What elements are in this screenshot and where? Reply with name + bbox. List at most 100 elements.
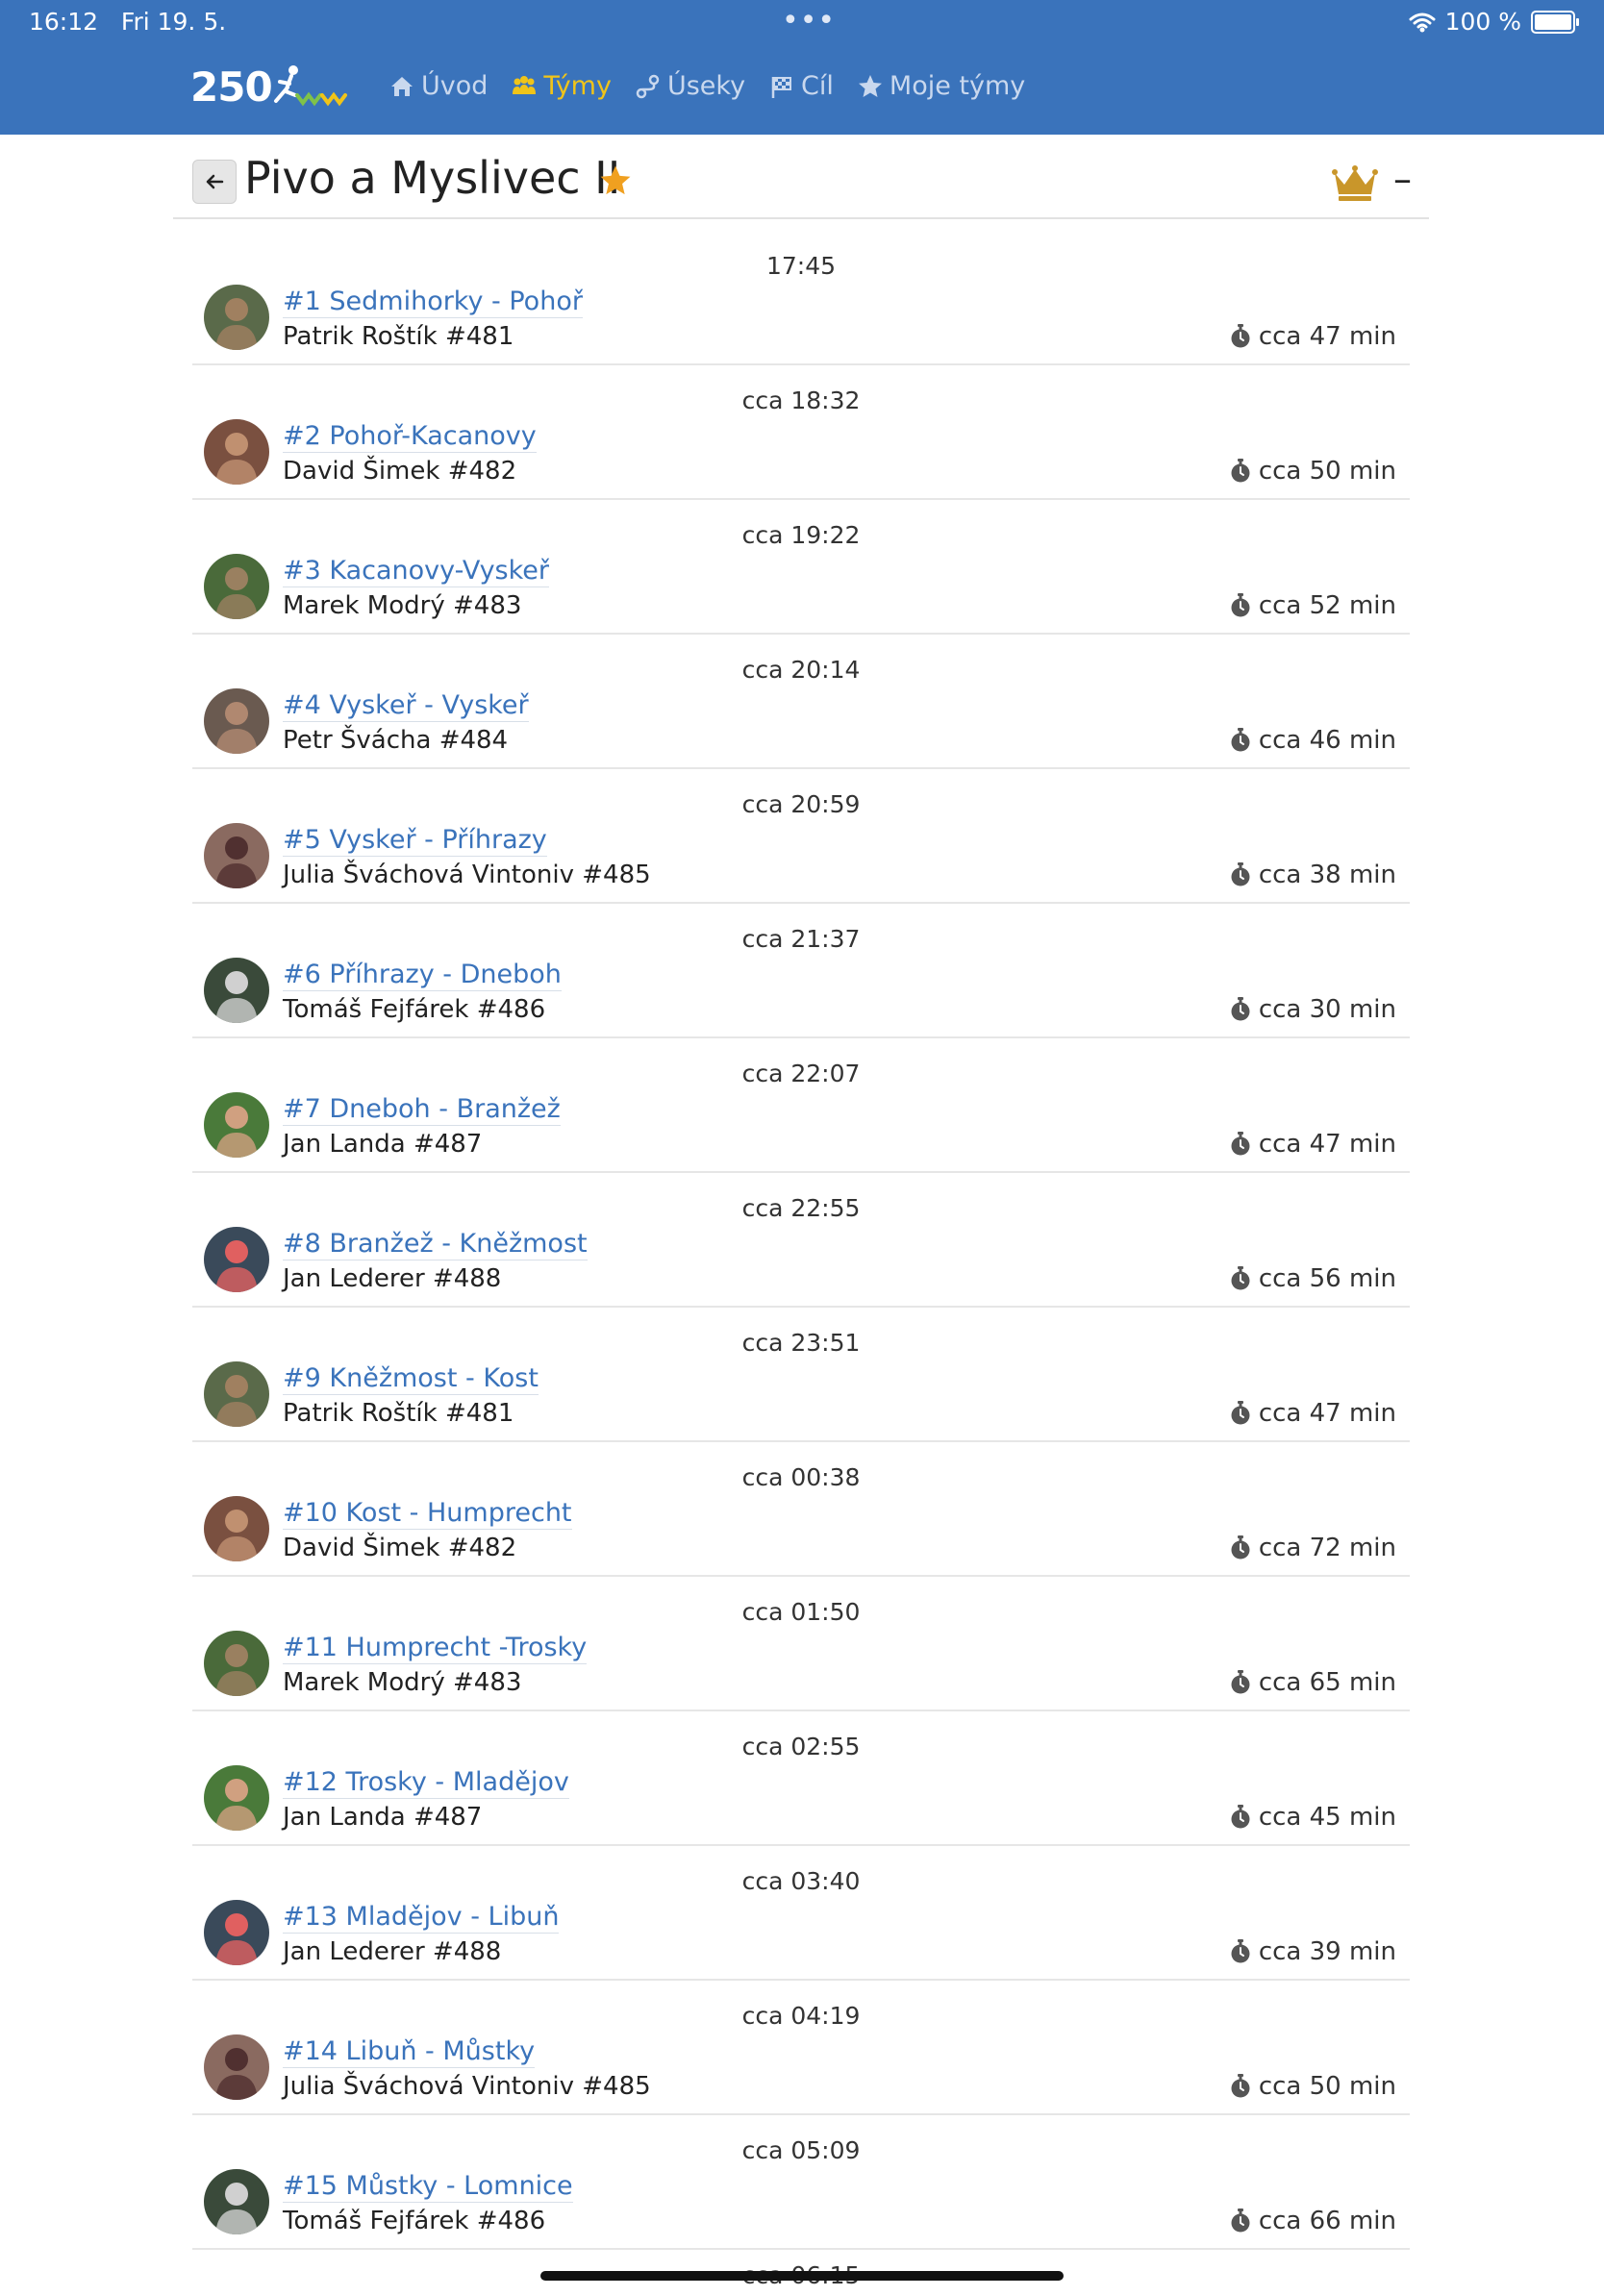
runner-avatar[interactable] [204, 1631, 269, 1696]
stopwatch-icon [1231, 1401, 1250, 1425]
runner-name: Tomáš Fejfárek #486 [283, 995, 546, 1024]
leg-duration-value: cca 50 min [1258, 457, 1396, 486]
status-bar-right: 100 % [1409, 8, 1579, 36]
page-title: Pivo a Myslivec II [244, 152, 621, 204]
segment-link[interactable]: #3 Kacanovy-Vyskeř [283, 556, 550, 587]
leg-duration-value: cca 47 min [1258, 1399, 1396, 1428]
runner-name: Jan Landa #487 [283, 1803, 483, 1832]
leg-duration-value: cca 47 min [1258, 1130, 1396, 1159]
nav-tymy[interactable]: Týmy [511, 71, 612, 101]
leg-row: cca 22:07 #7 Dneboh - Branžež Jan Landa #4… [192, 1038, 1410, 1173]
runner-avatar[interactable] [204, 554, 269, 619]
nav-uvod[interactable]: Úvod [388, 71, 488, 101]
segment-link[interactable]: #6 Příhrazy - Dneboh [283, 960, 562, 991]
leg-start-time: cca 04:19 [741, 2002, 861, 2030]
nav-moje-tymy-label: Moje týmy [889, 71, 1026, 101]
app-logo[interactable]: 250 [190, 60, 355, 113]
leg-duration: cca 46 min [1230, 726, 1396, 755]
stopwatch-icon [1231, 1939, 1250, 1963]
leg-start-time: cca 05:09 [741, 2136, 861, 2164]
runner-avatar[interactable] [204, 2034, 269, 2100]
runner-avatar[interactable] [204, 1900, 269, 1965]
leg-row: cca 22:55 #8 Branžež - Kněžmost Jan Ledere… [192, 1173, 1410, 1308]
runner-name: Patrik Roštík #481 [283, 1399, 514, 1428]
favorite-star-icon[interactable] [598, 163, 633, 198]
segment-link[interactable]: #14 Libuň - Můstky [283, 2036, 536, 2068]
runner-avatar[interactable] [204, 419, 269, 485]
leg-duration: cca 45 min [1230, 1803, 1396, 1832]
leg-duration-value: cca 45 min [1258, 1803, 1396, 1832]
leg-duration-value: cca 72 min [1258, 1534, 1396, 1562]
runner-avatar[interactable] [204, 1496, 269, 1561]
segment-link[interactable]: #15 Můstky - Lomnice [283, 2171, 573, 2203]
runner-logo-icon [273, 65, 347, 107]
leg-row: cca 19:22 #3 Kacanovy-Vyskeř Marek Modrý #… [192, 500, 1410, 635]
nav-cil-label: Cíl [801, 71, 834, 101]
route-icon [636, 74, 660, 98]
segment-link[interactable]: #1 Sedmihorky - Pohoř [283, 287, 583, 318]
segment-link[interactable]: #4 Vyskeř - Vyskeř [283, 690, 529, 722]
segment-link[interactable]: #8 Branžež - Kněžmost [283, 1229, 588, 1260]
leg-start-time: cca 18:32 [741, 387, 861, 414]
nav-useky-label: Úseky [666, 71, 746, 101]
segment-link[interactable]: #9 Kněžmost - Kost [283, 1363, 539, 1395]
leg-start-time: cca 22:07 [741, 1060, 861, 1087]
runner-name: Petr Švácha #484 [283, 726, 509, 755]
runner-avatar[interactable] [204, 1361, 269, 1427]
stopwatch-icon [1231, 2209, 1250, 2233]
leg-duration-value: cca 46 min [1258, 726, 1396, 755]
battery-icon [1531, 10, 1579, 34]
leg-start-time: cca 01:50 [741, 1598, 861, 1626]
leg-start-time: cca 00:38 [741, 1463, 861, 1491]
runner-name: Jan Lederer #488 [283, 1264, 502, 1293]
leg-start-time: cca 23:51 [741, 1329, 861, 1357]
leg-duration: cca 72 min [1230, 1534, 1396, 1562]
leg-row: cca 02:55 #12 Trosky - Mladějov Jan Landa … [192, 1711, 1410, 1846]
stopwatch-icon [1231, 1805, 1250, 1829]
home-indicator[interactable] [540, 2271, 1064, 2281]
leg-duration-value: cca 52 min [1258, 591, 1396, 620]
runner-avatar[interactable] [204, 688, 269, 754]
nav-useky[interactable]: Úseky [635, 71, 745, 101]
segment-link[interactable]: #5 Vyskeř - Příhrazy [283, 825, 547, 857]
segment-link[interactable]: #12 Trosky - Mladějov [283, 1767, 569, 1799]
flag-icon [771, 76, 792, 98]
clock-date: Fri 19. 5. [120, 8, 227, 36]
star-icon [858, 74, 882, 97]
leg-start-time: cca 02:55 [741, 1733, 861, 1760]
back-button[interactable] [192, 160, 237, 204]
segment-link[interactable]: #2 Pohoř-Kacanovy [283, 421, 537, 453]
runner-avatar[interactable] [204, 1092, 269, 1158]
runner-avatar[interactable] [204, 1765, 269, 1831]
segment-link[interactable]: #13 Mladějov - Libuň [283, 1902, 560, 1934]
nav-tymy-label: Týmy [543, 71, 612, 101]
leg-row: cca 01:50 #11 Humprecht -Trosky Marek Modr… [192, 1577, 1410, 1711]
leg-start-time: cca 20:59 [741, 790, 861, 818]
segment-link[interactable]: #10 Kost - Humprecht [283, 1498, 572, 1530]
team-header: Pivo a Myslivec II – [173, 144, 1429, 219]
runner-avatar[interactable] [204, 2169, 269, 2234]
leg-duration: cca 47 min [1230, 1130, 1396, 1159]
segment-link[interactable]: #7 Dneboh - Branžež [283, 1094, 561, 1126]
runner-avatar[interactable] [204, 823, 269, 888]
multitasking-dots-icon[interactable]: ••• [782, 4, 836, 37]
nav-cil[interactable]: Cíl [768, 71, 834, 101]
leg-row: cca 05:09 #15 Můstky - Lomnice Tomáš Fejfá… [192, 2115, 1410, 2250]
leg-duration-value: cca 50 min [1258, 2072, 1396, 2101]
leg-start-time: cca 19:22 [741, 521, 861, 549]
runner-avatar[interactable] [204, 1227, 269, 1292]
leg-duration-value: cca 38 min [1258, 861, 1396, 889]
leg-duration: cca 52 min [1230, 591, 1396, 620]
leg-row: cca 21:37 #6 Příhrazy - Dneboh Tomáš Fejfá… [192, 904, 1410, 1038]
segment-link[interactable]: #11 Humprecht -Trosky [283, 1633, 588, 1664]
home-icon [391, 76, 413, 96]
app-header: 16:12 Fri 19. 5. ••• 100 % 250 Úvod Týmy… [0, 0, 1604, 135]
runner-avatar[interactable] [204, 285, 269, 350]
leg-start-time: cca 03:40 [741, 1867, 861, 1895]
nav-moje-tymy[interactable]: Moje týmy [857, 71, 1025, 101]
leg-row: cca 18:32 #2 Pohoř-Kacanovy David Šimek #4… [192, 365, 1410, 500]
stopwatch-icon [1231, 1266, 1250, 1290]
clock-time: 16:12 [29, 8, 99, 36]
leg-row: cca 20:14 #4 Vyskeř - Vyskeř Petr Švácha #… [192, 635, 1410, 769]
runner-avatar[interactable] [204, 958, 269, 1023]
